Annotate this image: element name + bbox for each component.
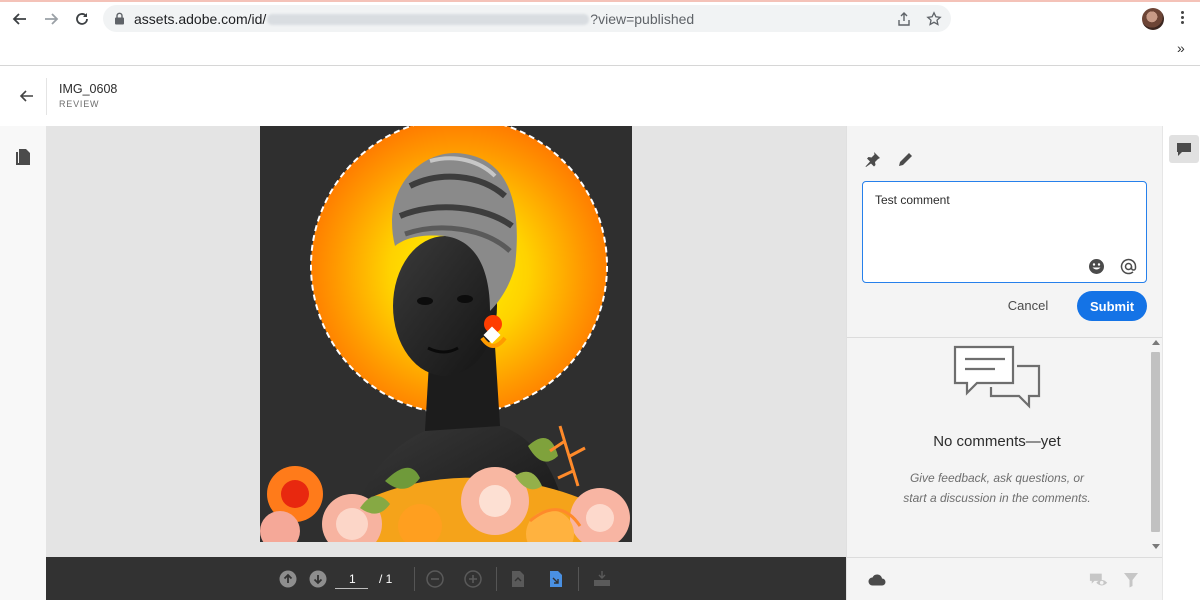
- browser-back-button[interactable]: [9, 8, 31, 30]
- submit-button[interactable]: Submit: [1077, 291, 1147, 321]
- scrollbar-thumb[interactable]: [1151, 352, 1160, 532]
- artwork-image: [260, 126, 632, 542]
- url-redacted-segment: [267, 14, 590, 25]
- url-text: assets.adobe.com/id/ ?view=published: [134, 11, 694, 27]
- right-rail: [1162, 126, 1200, 600]
- browser-forward-button[interactable]: [40, 8, 62, 30]
- arrow-right-icon: [45, 13, 59, 25]
- scroll-up-arrow-icon[interactable]: [1152, 340, 1160, 345]
- image-viewer[interactable]: [46, 126, 846, 557]
- comments-empty-state: No comments—yet Give feedback, ask quest…: [847, 338, 1147, 553]
- profile-avatar[interactable]: [1142, 8, 1164, 30]
- emoji-button[interactable]: [1087, 257, 1105, 275]
- lock-icon: [115, 12, 124, 25]
- mention-button[interactable]: [1119, 257, 1137, 275]
- filter-icon: [1124, 573, 1138, 588]
- star-icon: [926, 11, 942, 26]
- pencil-icon: [899, 153, 912, 166]
- browser-menu-button[interactable]: [1175, 9, 1189, 29]
- toolbar-separator: [496, 567, 497, 591]
- comment-input[interactable]: Test comment: [862, 181, 1147, 283]
- annotation-tools-button[interactable]: [592, 569, 612, 589]
- share-button[interactable]: [895, 10, 913, 28]
- annotation-toolbar-icon: [594, 571, 610, 586]
- fit-width-button[interactable]: [546, 569, 566, 589]
- empty-state-description: Give feedback, ask questions, or start a…: [903, 471, 1091, 505]
- zoom-out-icon: [426, 570, 444, 588]
- comment-icon: [1177, 142, 1191, 156]
- comment-draft-text[interactable]: Test comment: [875, 193, 950, 207]
- toolbar-separator: [578, 567, 579, 591]
- cloud-icon: [868, 574, 886, 586]
- zoom-in-button[interactable]: [463, 569, 483, 589]
- asset-subtitle: REVIEW: [59, 99, 100, 109]
- at-sign-icon: [1120, 258, 1136, 274]
- bookmarks-overflow-icon[interactable]: »: [1177, 40, 1185, 56]
- url-query: ?view=published: [590, 11, 695, 27]
- scroll-down-arrow-icon[interactable]: [1152, 544, 1160, 549]
- share-icon: [898, 12, 910, 26]
- previous-page-button[interactable]: [278, 569, 298, 589]
- sync-status-button[interactable]: [867, 571, 887, 589]
- arrow-up-circle-icon: [279, 570, 297, 588]
- arrow-left-icon: [12, 13, 26, 25]
- header-divider: [46, 78, 47, 115]
- left-rail: [0, 126, 46, 600]
- comments-toggle-button[interactable]: [1169, 135, 1199, 163]
- pages-panel-button[interactable]: [15, 148, 31, 166]
- next-page-button[interactable]: [308, 569, 328, 589]
- viewer-toolbar: / 1: [46, 557, 846, 600]
- bookmark-button[interactable]: [925, 10, 943, 28]
- zoom-in-icon: [464, 570, 482, 588]
- fit-page-icon: [512, 571, 524, 587]
- browser-chrome: assets.adobe.com/id/ ?view=published »: [0, 0, 1200, 66]
- portrait-illustration: [260, 126, 632, 542]
- comments-scrollbar[interactable]: [1147, 338, 1163, 553]
- url-host: assets.adobe.com/id/: [134, 11, 267, 27]
- back-button[interactable]: [17, 87, 37, 105]
- address-bar[interactable]: assets.adobe.com/id/ ?view=published: [103, 5, 951, 32]
- fit-page-button[interactable]: [508, 569, 528, 589]
- zoom-out-button[interactable]: [425, 569, 445, 589]
- cancel-button[interactable]: Cancel: [994, 291, 1062, 319]
- visibility-toggle-button[interactable]: [1089, 571, 1109, 589]
- asset-title: IMG_0608: [59, 82, 118, 96]
- document-icon: [16, 149, 30, 165]
- tab-strip-accent: [0, 0, 1200, 2]
- empty-state-title: No comments—yet: [933, 433, 1061, 450]
- comments-footer: [847, 557, 1163, 600]
- filter-button[interactable]: [1121, 571, 1141, 589]
- chat-bubbles-icon: [953, 345, 1041, 409]
- arrow-down-circle-icon: [309, 570, 327, 588]
- draw-tool-button[interactable]: [896, 149, 916, 169]
- page-total: / 1: [379, 572, 393, 586]
- page-number-input[interactable]: [335, 569, 368, 589]
- pin-tool-button[interactable]: [863, 149, 883, 169]
- app-header: IMG_0608 REVIEW: [0, 67, 1200, 126]
- reload-icon: [76, 13, 88, 25]
- browser-reload-button[interactable]: [71, 8, 93, 30]
- comment-visibility-icon: [1089, 573, 1108, 586]
- arrow-left-icon: [19, 90, 33, 102]
- fit-width-icon: [550, 571, 562, 587]
- pin-icon: [865, 152, 880, 167]
- comments-panel: Test comment Cancel Submit No comments—y…: [846, 126, 1163, 600]
- emoji-icon: [1088, 258, 1104, 274]
- toolbar-separator: [414, 567, 415, 591]
